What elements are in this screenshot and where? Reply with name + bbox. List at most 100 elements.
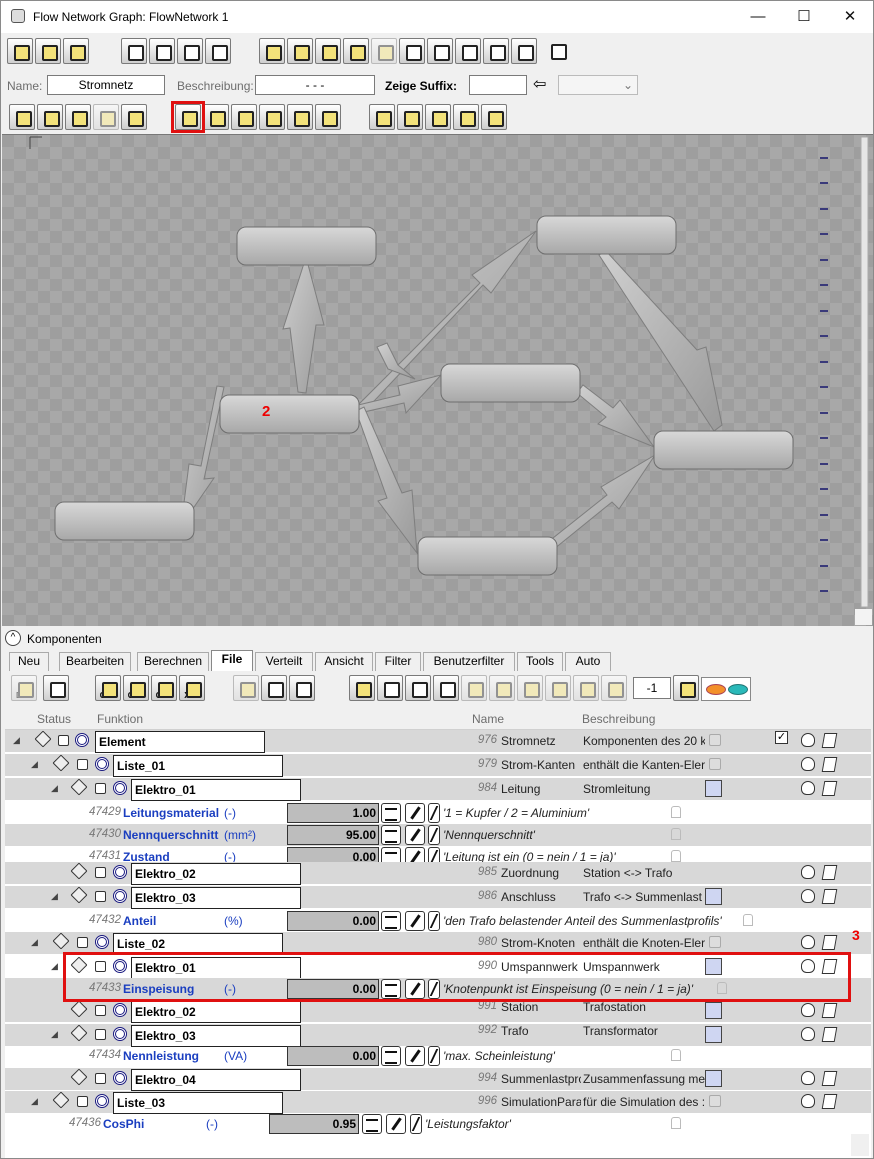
dxf-export-icon[interactable]: DXF xyxy=(11,675,37,701)
disk-3-icon[interactable] xyxy=(517,675,543,701)
description-field[interactable]: - - - xyxy=(255,75,375,95)
tab-ansicht[interactable]: Ansicht xyxy=(315,652,373,671)
tab-auto[interactable]: Auto xyxy=(565,652,611,671)
lock-icon[interactable] xyxy=(95,891,106,902)
csv-export-1-icon[interactable]: CSV xyxy=(95,675,121,701)
row-label[interactable]: Liste_03 xyxy=(113,1092,283,1114)
signal-icon[interactable] xyxy=(705,1002,722,1019)
tree-row-elektro01[interactable]: ◢ Elektro_01 984 Leitung Stromleitung xyxy=(5,778,871,801)
import-icon[interactable] xyxy=(261,675,287,701)
tree-row-elektro02[interactable]: Elektro_02 985 Zuordnung Station <-> Tra… xyxy=(5,862,871,885)
pin-icon[interactable] xyxy=(671,850,681,862)
shrink-icon[interactable] xyxy=(371,38,397,64)
canvas-scrollbar[interactable] xyxy=(860,136,869,608)
save-icon[interactable] xyxy=(43,675,69,701)
tab-tools[interactable]: Tools xyxy=(517,652,563,671)
lock-icon[interactable] xyxy=(58,735,69,746)
bolt-icon[interactable] xyxy=(428,1046,440,1066)
pencil-icon[interactable] xyxy=(405,825,425,845)
gear-icon[interactable] xyxy=(673,675,699,701)
tree-row-elektro03[interactable]: ◢ Elektro_03 986 Anschluss Trafo <-> Sum… xyxy=(5,886,871,909)
stats-tool-icon[interactable] xyxy=(315,104,341,130)
row-label[interactable]: Elektro_03 xyxy=(131,1025,301,1047)
line-tool-icon[interactable] xyxy=(121,38,147,64)
pan-tool-icon[interactable] xyxy=(37,104,63,130)
signal-icon[interactable] xyxy=(705,780,722,797)
row-label[interactable]: Liste_01 xyxy=(113,755,283,777)
tree-row-element[interactable]: ◢ Element 976 Stromnetz Komponenten des … xyxy=(5,730,871,753)
col-status[interactable]: Status xyxy=(37,712,71,726)
tree-row-elektro02-knoten[interactable]: Elektro_02 991 Station Trafostation xyxy=(5,1000,871,1023)
param-row[interactable]: 47436 CosPhi (-) 0.95 'Leistungsfaktor' xyxy=(5,1113,871,1135)
level-combo[interactable]: -1 xyxy=(633,677,671,699)
lightbulb-icon[interactable] xyxy=(801,865,815,879)
graph-node[interactable] xyxy=(653,430,794,470)
expand-icon[interactable] xyxy=(343,38,369,64)
param-value[interactable]: 95.00 xyxy=(287,825,379,845)
tree-row-liste02[interactable]: ◢ Liste_02 980 Strom-Knoten enthält die … xyxy=(5,932,871,955)
collapse-icon[interactable]: ◢ xyxy=(31,937,38,948)
disk-2-icon[interactable] xyxy=(489,675,515,701)
suffix-select[interactable]: ⌄ xyxy=(558,75,638,95)
move-down-icon[interactable] xyxy=(483,38,509,64)
row-label[interactable]: Elektro_02 xyxy=(131,1001,301,1023)
pin-icon[interactable] xyxy=(671,1049,681,1061)
network-tool-icon[interactable] xyxy=(121,104,147,130)
lock-icon[interactable] xyxy=(95,1029,106,1040)
frame-tool-icon[interactable] xyxy=(205,38,231,64)
open-file-icon[interactable] xyxy=(349,675,375,701)
move-left-icon[interactable] xyxy=(427,38,453,64)
close-button[interactable]: ✕ xyxy=(827,1,873,33)
tab-bearbeiten[interactable]: Bearbeiten xyxy=(59,652,131,671)
move-up-icon[interactable] xyxy=(399,38,425,64)
graph-canvas[interactable] xyxy=(2,134,873,626)
csv-export-3-icon[interactable]: CSV xyxy=(151,675,177,701)
delete-tool-icon[interactable] xyxy=(203,104,229,130)
calc-tool-icon[interactable] xyxy=(287,104,313,130)
grid-tool-icon[interactable] xyxy=(93,104,119,130)
collapse-icon[interactable]: ◢ xyxy=(51,891,58,902)
param-value[interactable]: 1.00 xyxy=(287,803,379,823)
pin-icon[interactable] xyxy=(545,38,571,64)
note-icon[interactable] xyxy=(821,865,838,880)
zoom-tool-icon[interactable] xyxy=(65,104,91,130)
arrow-left-icon[interactable]: ⇦ xyxy=(533,77,553,95)
pencil-icon[interactable] xyxy=(405,803,425,823)
tab-berechnen[interactable]: Berechnen xyxy=(137,652,209,671)
collapse-icon[interactable]: ◢ xyxy=(31,759,38,770)
equals-icon[interactable] xyxy=(362,1114,382,1134)
signal-icon[interactable] xyxy=(705,1026,722,1043)
graph-node[interactable] xyxy=(236,226,377,266)
note-icon[interactable] xyxy=(821,781,838,796)
bolt-icon[interactable] xyxy=(428,911,440,931)
row-label[interactable]: Element xyxy=(95,731,265,753)
graph-node[interactable] xyxy=(417,536,558,576)
pencil-icon[interactable] xyxy=(405,911,425,931)
layout-tree-icon[interactable] xyxy=(259,38,285,64)
folder-icon[interactable] xyxy=(405,675,431,701)
lock-icon[interactable] xyxy=(77,1096,88,1107)
lightbulb-icon[interactable] xyxy=(801,1094,815,1108)
graph-node[interactable] xyxy=(54,501,195,541)
suffix-field[interactable] xyxy=(469,75,527,95)
add-edge-icon[interactable] xyxy=(35,38,61,64)
equals-icon[interactable] xyxy=(381,825,401,845)
graph-node[interactable] xyxy=(536,215,677,255)
xsl-export-icon[interactable]: XSL xyxy=(179,675,205,701)
lock-icon[interactable] xyxy=(77,759,88,770)
tab-neu[interactable]: Neu xyxy=(9,652,49,671)
connect-tool-icon[interactable] xyxy=(149,38,175,64)
validate-3-icon[interactable] xyxy=(453,104,479,130)
signal-icon[interactable] xyxy=(705,888,722,905)
lightbulb-icon[interactable] xyxy=(801,889,815,903)
lock-icon[interactable] xyxy=(95,867,106,878)
lightbulb-icon[interactable] xyxy=(801,781,815,795)
lightbulb-icon[interactable] xyxy=(801,1027,815,1041)
minimize-button[interactable]: — xyxy=(735,1,781,33)
add-node-icon[interactable] xyxy=(7,38,33,64)
csv-import-icon[interactable] xyxy=(259,104,285,130)
pin-icon[interactable] xyxy=(671,828,681,840)
csv-export-2-icon[interactable]: CSV xyxy=(123,675,149,701)
equals-icon[interactable] xyxy=(381,911,401,931)
lock-icon[interactable] xyxy=(77,937,88,948)
